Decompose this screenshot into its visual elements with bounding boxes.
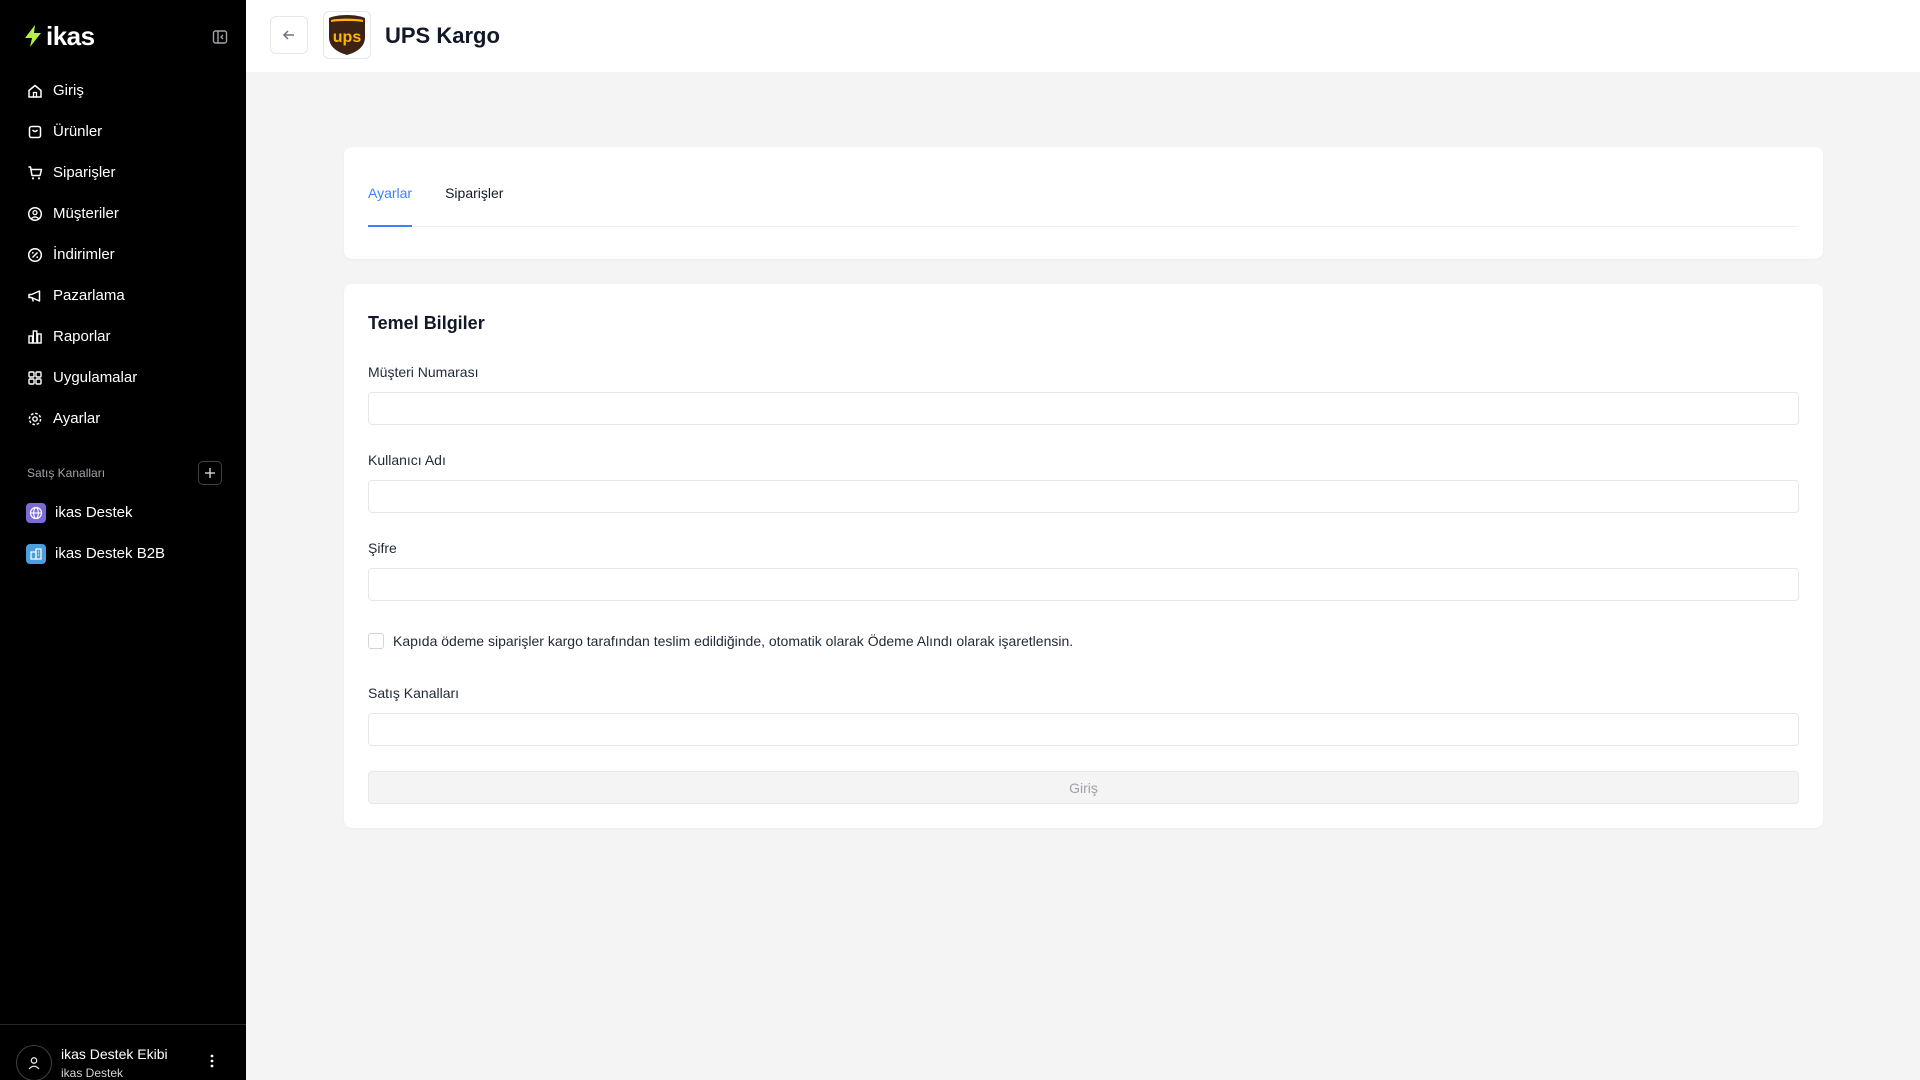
basic-info-card: Temel Bilgiler Müşteri Numarası Kullanıc… <box>344 284 1823 828</box>
username-label: Kullanıcı Adı <box>368 452 446 468</box>
user-circle-icon <box>26 205 44 223</box>
password-label: Şifre <box>368 540 397 556</box>
sidebar-item-giris[interactable]: Giriş <box>14 70 232 111</box>
user-store: ikas Destek <box>61 1066 124 1080</box>
sidebar-item-siparisler[interactable]: Siparişler <box>14 152 232 193</box>
sales-channels-header: Satış Kanalları <box>27 461 222 485</box>
channel-item-ikas-destek[interactable]: ikas Destek <box>14 492 232 533</box>
sidebar-item-indirimler[interactable]: İndirimler <box>14 234 232 275</box>
collapse-sidebar-button[interactable] <box>209 26 231 48</box>
tab-bar: Ayarlar Siparişler <box>368 185 1799 227</box>
sidebar-item-label: Ayarlar <box>53 410 101 427</box>
avatar <box>16 1045 52 1080</box>
cart-icon <box>26 164 44 182</box>
username-input[interactable] <box>368 480 1799 513</box>
customer-number-label: Müşteri Numarası <box>368 364 479 380</box>
login-button[interactable]: Giriş <box>368 771 1799 804</box>
ups-shield-icon: ups <box>329 15 365 55</box>
gear-icon <box>26 410 44 428</box>
building-icon <box>26 543 46 564</box>
tabs-card: Ayarlar Siparişler <box>344 147 1823 259</box>
sidebar-item-urunler[interactable]: Ürünler <box>14 111 232 152</box>
megaphone-icon <box>26 287 44 305</box>
sidebar-item-label: Müşteriler <box>53 205 119 222</box>
chart-icon <box>26 328 44 346</box>
sidebar-item-ayarlar[interactable]: Ayarlar <box>14 398 232 439</box>
grid-icon <box>26 369 44 387</box>
sidebar-item-label: Giriş <box>53 82 84 99</box>
add-channel-button[interactable] <box>198 461 222 485</box>
sidebar-item-label: Uygulamalar <box>53 369 138 386</box>
sidebar-item-label: Ürünler <box>53 123 103 140</box>
sidebar-item-uygulamalar[interactable]: Uygulamalar <box>14 357 232 398</box>
sidebar-item-musteriler[interactable]: Müşteriler <box>14 193 232 234</box>
home-icon <box>26 82 44 100</box>
brand-logo[interactable]: ikas <box>22 22 95 50</box>
plus-icon <box>205 468 215 478</box>
customer-number-input[interactable] <box>368 392 1799 425</box>
sidebar-item-label: Siparişler <box>53 164 116 181</box>
discount-icon <box>26 246 44 264</box>
user-name: ikas Destek Ekibi <box>61 1046 168 1062</box>
arrow-left-icon <box>282 30 294 40</box>
channel-item-ikas-destek-b2b[interactable]: ikas Destek B2B <box>14 533 232 574</box>
sidebar-item-raporlar[interactable]: Raporlar <box>14 316 232 357</box>
main-nav: Giriş Ürünler Siparişler Müşteriler İndi… <box>14 70 232 439</box>
sidebar-item-pazarlama[interactable]: Pazarlama <box>14 275 232 316</box>
cod-auto-paid-row: Kapıda ödeme siparişler kargo tarafından… <box>368 633 1073 649</box>
user-icon <box>28 1057 40 1070</box>
sales-channels-title: Satış Kanalları <box>27 466 106 480</box>
user-profile[interactable]: ikas Destek Ekibi ikas Destek <box>0 1024 246 1080</box>
channel-label: ikas Destek <box>55 504 133 521</box>
page-title: UPS Kargo <box>385 23 500 48</box>
user-menu-button[interactable] <box>203 1049 221 1073</box>
svg-text:ups: ups <box>333 29 362 46</box>
sidebar-item-label: Pazarlama <box>53 287 125 304</box>
tab-ayarlar[interactable]: Ayarlar <box>368 185 413 227</box>
more-vertical-icon <box>210 1054 214 1068</box>
section-title: Temel Bilgiler <box>368 313 485 333</box>
cod-auto-paid-checkbox[interactable] <box>368 633 384 649</box>
bolt-icon <box>22 24 44 48</box>
cod-auto-paid-label: Kapıda ödeme siparişler kargo tarafından… <box>393 633 1074 649</box>
tab-siparisler[interactable]: Siparişler <box>445 185 503 226</box>
globe-icon <box>26 502 46 523</box>
sales-channels-select[interactable] <box>368 713 1799 746</box>
back-button[interactable] <box>270 16 308 54</box>
sidebar-item-label: İndirimler <box>53 246 115 263</box>
ups-logo: ups <box>323 11 371 59</box>
sales-channels-label: Satış Kanalları <box>368 685 460 701</box>
sidebar: ikas Giriş Ürünler Siparişler Müşteriler… <box>0 0 246 1080</box>
sidebar-item-label: Raporlar <box>53 328 111 345</box>
box-icon <box>26 123 44 141</box>
sales-channel-list: ikas Destek ikas Destek B2B <box>14 492 232 574</box>
brand-name: ikas <box>46 21 95 51</box>
channel-label: ikas Destek B2B <box>55 545 166 562</box>
password-input[interactable] <box>368 568 1799 601</box>
sidebar-collapse-icon <box>212 30 228 44</box>
page-header: ups UPS Kargo <box>246 0 1920 72</box>
